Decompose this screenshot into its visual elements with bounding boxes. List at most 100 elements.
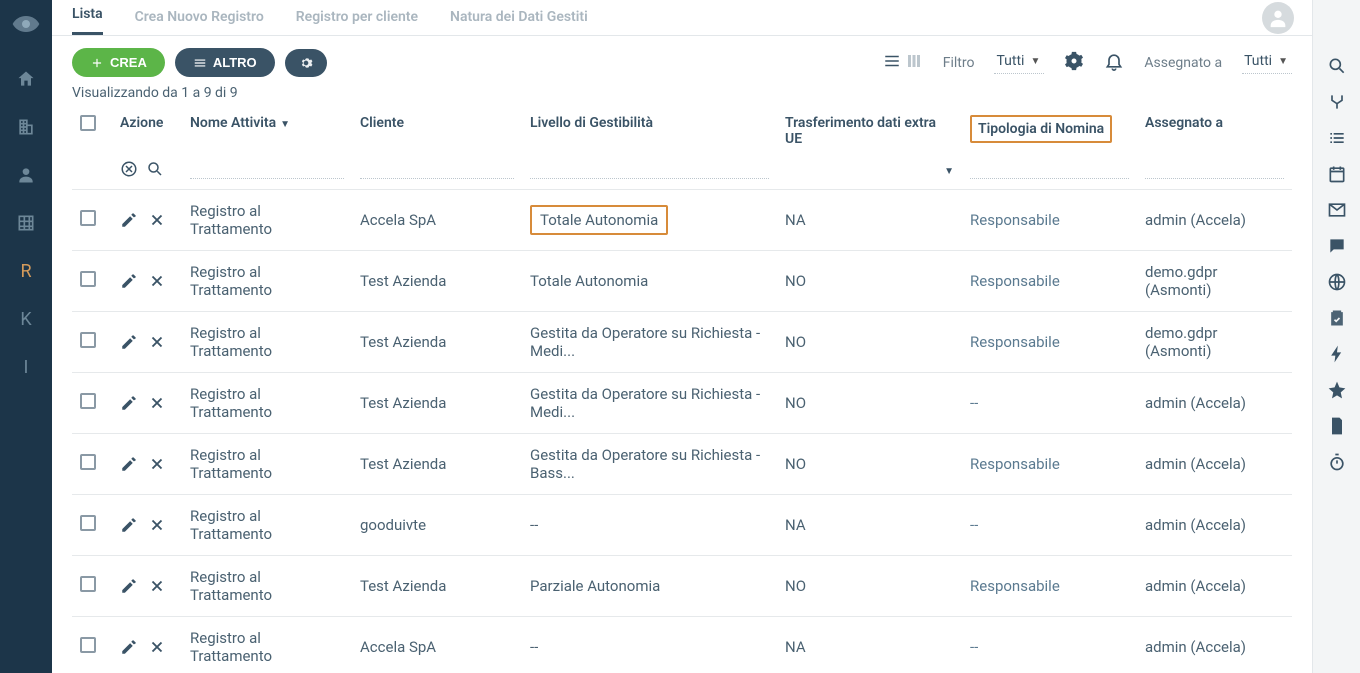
col-trasferimento[interactable]: Trasferimento dati extra UE [777,105,962,155]
table-row: Registro al Trattamento Test Azienda Ges… [72,434,1292,495]
row-checkbox[interactable] [80,271,96,287]
delete-icon[interactable] [148,211,166,229]
cell-cliente[interactable]: Test Azienda [352,434,522,495]
cell-nome[interactable]: Registro al Trattamento [182,617,352,673]
assigned-select[interactable]: Tutti▼ [1242,51,1292,74]
right-calendar-icon[interactable] [1327,164,1347,184]
right-star-icon[interactable] [1327,380,1347,400]
filter-tipologia[interactable] [970,159,1129,179]
cell-nome[interactable]: Registro al Trattamento [182,251,352,312]
nav-home[interactable] [0,58,52,100]
tab-lista[interactable]: Lista [72,0,103,35]
right-clipboard-icon[interactable] [1327,308,1347,328]
filter-select[interactable]: Tutti▼ [994,51,1044,74]
col-nome[interactable]: Nome Attivita▼ [182,105,352,155]
nav-user[interactable] [0,154,52,196]
cell-nome[interactable]: Registro al Trattamento [182,312,352,373]
clear-filter-icon[interactable] [120,160,138,178]
search-filter-icon[interactable] [146,160,164,178]
cell-cliente[interactable]: Accela SpA [352,190,522,251]
cell-tipologia[interactable]: -- [962,495,1137,556]
right-timer-icon[interactable] [1327,452,1347,472]
cell-nome[interactable]: Registro al Trattamento [182,556,352,617]
cell-cliente[interactable]: Test Azienda [352,251,522,312]
create-button[interactable]: CREA [72,48,165,77]
cell-tipologia[interactable]: -- [962,373,1137,434]
cell-tipologia[interactable]: Responsabile [962,556,1137,617]
row-checkbox[interactable] [80,393,96,409]
row-checkbox[interactable] [80,637,96,653]
cell-cliente[interactable]: Test Azienda [352,373,522,434]
col-assegnato[interactable]: Assegnato a [1137,105,1292,155]
right-branch-icon[interactable] [1327,92,1347,112]
cell-tipologia[interactable]: Responsabile [962,312,1137,373]
row-checkbox[interactable] [80,454,96,470]
nav-building[interactable] [0,106,52,148]
cell-tipologia[interactable]: Responsabile [962,190,1137,251]
cell-assegnato: admin (Accela) [1137,556,1292,617]
cell-nome[interactable]: Registro al Trattamento [182,495,352,556]
edit-icon[interactable] [120,272,138,290]
cell-tipologia[interactable]: -- [962,617,1137,673]
view-list-icon[interactable] [883,52,901,74]
delete-icon[interactable] [148,516,166,534]
user-avatar[interactable] [1262,2,1294,34]
edit-icon[interactable] [120,333,138,351]
cell-tipologia[interactable]: Responsabile [962,434,1137,495]
delete-icon[interactable] [148,638,166,656]
right-bolt-icon[interactable] [1327,344,1347,364]
edit-icon[interactable] [120,455,138,473]
nav-k[interactable]: K [0,298,52,340]
row-checkbox[interactable] [80,576,96,592]
col-cliente[interactable]: Cliente [352,105,522,155]
tab-crea[interactable]: Crea Nuovo Registro [135,1,264,35]
select-all-checkbox[interactable] [80,115,96,131]
row-checkbox[interactable] [80,210,96,226]
tab-natura[interactable]: Natura dei Dati Gestiti [450,1,588,35]
cell-nome[interactable]: Registro al Trattamento [182,434,352,495]
bell-icon[interactable] [1104,51,1124,75]
nav-grid[interactable] [0,202,52,244]
nav-i[interactable]: I [0,346,52,388]
cell-cliente[interactable]: Accela SpA [352,617,522,673]
filter-trasferimento-dropdown[interactable]: ▼ [944,166,954,177]
delete-icon[interactable] [148,394,166,412]
delete-icon[interactable] [148,333,166,351]
col-tipologia[interactable]: Tipologia di Nomina [962,105,1137,155]
right-globe-icon[interactable] [1327,272,1347,292]
delete-icon[interactable] [148,577,166,595]
filter-label: Filtro [943,55,975,71]
delete-icon[interactable] [148,272,166,290]
delete-icon[interactable] [148,455,166,473]
cell-tipologia[interactable]: Responsabile [962,251,1137,312]
right-search-icon[interactable] [1327,56,1347,76]
right-doc-icon[interactable] [1327,416,1347,436]
settings-button[interactable] [285,49,327,77]
cell-cliente[interactable]: Test Azienda [352,556,522,617]
filter-livello[interactable] [530,159,769,179]
filter-assegnato[interactable] [1145,159,1284,179]
right-chat-icon[interactable] [1327,236,1347,256]
nav-r[interactable]: R [0,250,52,292]
tab-registro-cliente[interactable]: Registro per cliente [296,1,418,35]
cell-nome[interactable]: Registro al Trattamento [182,190,352,251]
cell-cliente[interactable]: Test Azienda [352,312,522,373]
row-checkbox[interactable] [80,515,96,531]
cell-cliente[interactable]: gooduivte [352,495,522,556]
toolbar-gear-icon[interactable] [1064,51,1084,75]
col-livello[interactable]: Livello di Gestibilità [522,105,777,155]
filter-cliente[interactable] [360,159,514,179]
edit-icon[interactable] [120,516,138,534]
cell-nome[interactable]: Registro al Trattamento [182,373,352,434]
table-row: Registro al Trattamento Test Azienda Par… [72,556,1292,617]
edit-icon[interactable] [120,211,138,229]
other-button[interactable]: ALTRO [175,48,275,77]
edit-icon[interactable] [120,577,138,595]
right-list-icon[interactable] [1327,128,1347,148]
edit-icon[interactable] [120,394,138,412]
right-mail-icon[interactable] [1327,200,1347,220]
filter-nome[interactable] [190,159,344,179]
row-checkbox[interactable] [80,332,96,348]
view-columns-icon[interactable] [905,52,923,74]
edit-icon[interactable] [120,638,138,656]
